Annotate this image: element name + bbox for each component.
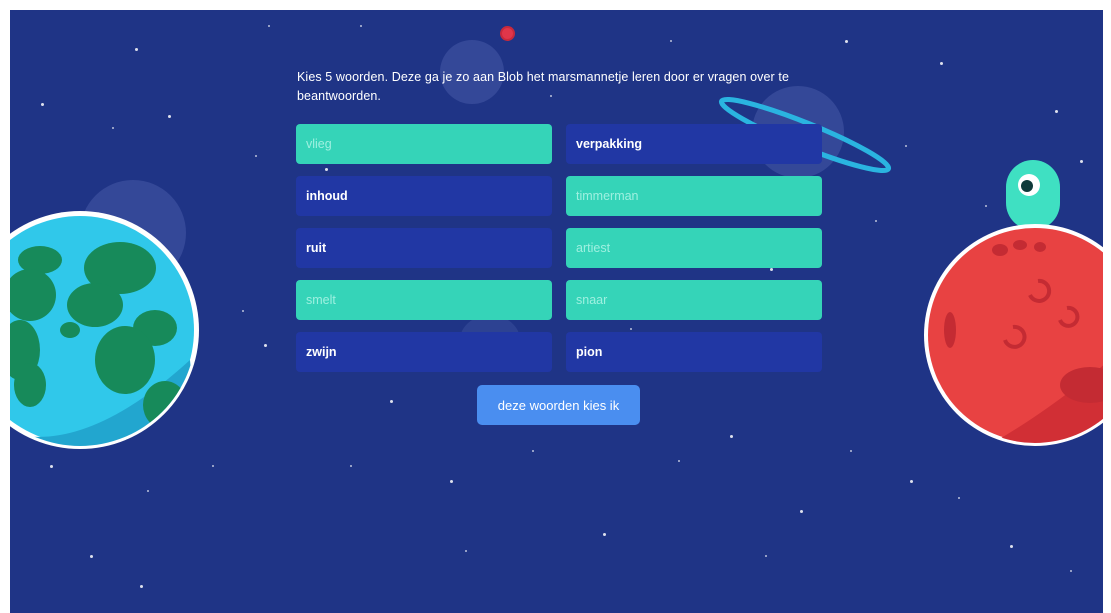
word-option-smelt[interactable]: smelt xyxy=(296,280,552,320)
word-option-verpakking[interactable]: verpakking xyxy=(566,124,822,164)
word-option-timmerman[interactable]: timmerman xyxy=(566,176,822,216)
earth-planet-icon xyxy=(10,211,199,449)
instruction-text: Kies 5 woorden. Deze ga je zo aan Blob h… xyxy=(297,70,790,103)
confirm-words-button[interactable]: deze woorden kies ik xyxy=(477,385,640,425)
mars-planet-icon xyxy=(924,160,1103,446)
word-option-ruit[interactable]: ruit xyxy=(296,228,552,268)
word-option-artiest[interactable]: artiest xyxy=(566,228,822,268)
word-option-snaar[interactable]: snaar xyxy=(566,280,822,320)
blob-alien-icon xyxy=(1006,160,1060,230)
word-option-inhoud[interactable]: inhoud xyxy=(296,176,552,216)
word-option-vlieg[interactable]: vlieg xyxy=(296,124,552,164)
word-option-zwijn[interactable]: zwijn xyxy=(296,332,552,372)
space-scene: Kies 5 woorden. Deze ga je zo aan Blob h… xyxy=(10,10,1103,613)
small-red-planet-icon xyxy=(502,28,513,39)
word-option-pion[interactable]: pion xyxy=(566,332,822,372)
screen: Kies 5 woorden. Deze ga je zo aan Blob h… xyxy=(0,0,1111,613)
